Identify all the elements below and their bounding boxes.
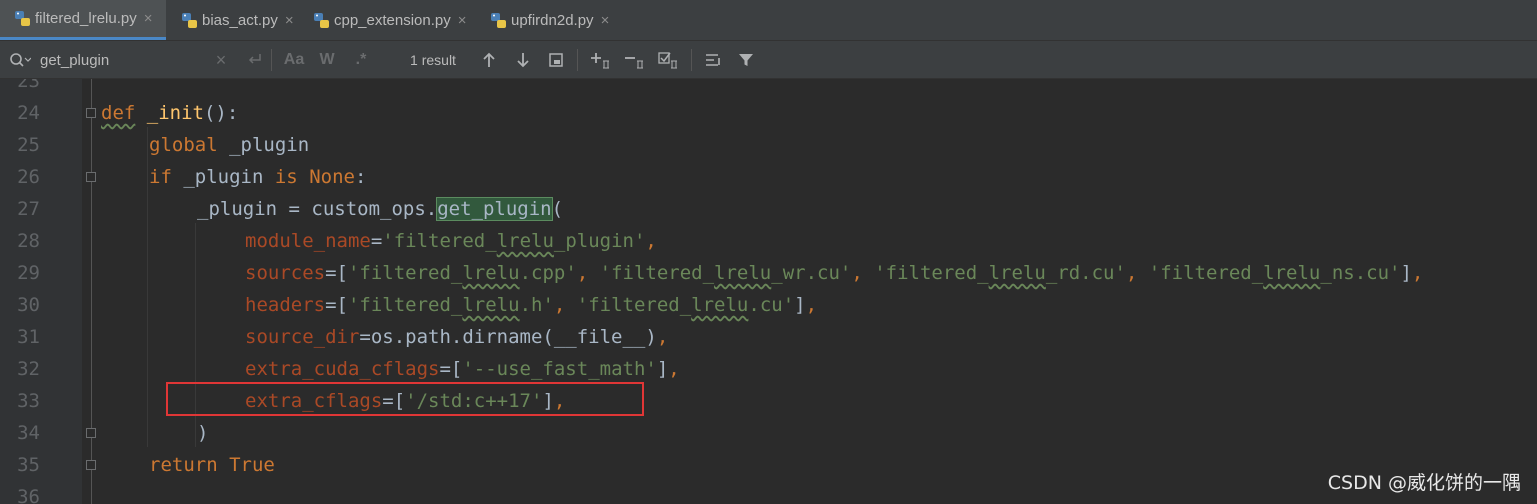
fold-marker-icon[interactable] [86, 428, 96, 438]
line-number: 26 [17, 166, 40, 188]
line-number: 32 [17, 358, 40, 380]
line-number: 27 [17, 198, 40, 220]
code-line-25: global _plugin [149, 134, 310, 156]
tab-cpp-extension[interactable]: cpp_extension.py × [299, 0, 475, 40]
annotation-highlight-box [166, 382, 644, 416]
line-number: 28 [17, 230, 40, 252]
fold-marker-icon[interactable] [86, 460, 96, 470]
line-number: 23 [17, 79, 40, 92]
line-number: 36 [17, 486, 40, 504]
python-file-icon [14, 10, 31, 27]
tab-label: cpp_extension.py [334, 11, 451, 29]
tab-label: bias_act.py [202, 11, 278, 29]
indent-guide [147, 127, 148, 447]
search-icon[interactable] [6, 41, 34, 79]
regex-toggle[interactable]: .* [350, 41, 372, 79]
add-occurrence-icon[interactable] [589, 41, 615, 79]
tab-upfirdn2d[interactable]: upfirdn2d.py × [476, 0, 622, 40]
words-toggle[interactable]: W [316, 41, 338, 79]
line-number: 35 [17, 454, 40, 476]
line-number-gutter: 23 24 25 26 27 28 29 30 31 32 33 34 35 3… [0, 79, 82, 504]
divider [271, 49, 272, 71]
python-file-icon [490, 12, 507, 29]
line-number: 33 [17, 390, 40, 412]
match-case-toggle[interactable]: Aa [282, 41, 306, 79]
close-icon[interactable]: × [601, 12, 610, 29]
line-number: 25 [17, 134, 40, 156]
code-line-35: return True [149, 454, 275, 476]
tab-bias-act[interactable]: bias_act.py × [167, 0, 298, 40]
gutter-divider [91, 79, 92, 504]
python-file-icon [181, 12, 198, 29]
close-icon[interactable]: × [144, 10, 153, 27]
code-line-30: headers=['filtered_lrelu.h', 'filtered_l… [245, 294, 818, 316]
filter-icon[interactable] [735, 41, 757, 79]
watermark: CSDN @威化饼的一隅 [1327, 472, 1521, 494]
divider [577, 49, 578, 71]
python-file-icon [313, 12, 330, 29]
line-number: 30 [17, 294, 40, 316]
divider [691, 49, 692, 71]
select-all-occurrences-icon[interactable] [657, 41, 683, 79]
editor-tab-bar: filtered_lrelu.py × bias_act.py × cpp_ex… [0, 0, 1537, 41]
line-number: 29 [17, 262, 40, 284]
tab-label: filtered_lrelu.py [35, 10, 137, 27]
code-editor[interactable]: 23 24 25 26 27 28 29 30 31 32 33 34 35 3… [0, 79, 1537, 504]
line-number: 34 [17, 422, 40, 444]
line-number: 24 [17, 102, 40, 124]
close-icon[interactable]: × [458, 12, 467, 29]
line-number: 31 [17, 326, 40, 348]
find-toolbar: get_plugin × Aa W .* 1 result [0, 41, 1537, 79]
search-input[interactable]: get_plugin [40, 41, 210, 79]
code-line-34: ) [197, 422, 209, 444]
remove-occurrence-icon[interactable] [623, 41, 649, 79]
code-line-32: extra_cuda_cflags=['--use_fast_math'], [245, 358, 680, 380]
code-line-27: _plugin = custom_ops.get_plugin( [197, 197, 564, 221]
fold-marker-icon[interactable] [86, 108, 96, 118]
code-line-31: source_dir=os.path.dirname(__file__), [245, 326, 669, 348]
code-line-29: sources=['filtered_lrelu.cpp', 'filtered… [245, 262, 1424, 284]
tab-filtered-lrelu[interactable]: filtered_lrelu.py × [0, 0, 166, 40]
newline-icon[interactable] [243, 41, 265, 79]
result-count: 1 result [410, 52, 456, 68]
code-line-24: def _init(): [101, 102, 239, 124]
search-match-highlight: get_plugin [436, 197, 553, 221]
close-icon[interactable]: × [285, 12, 294, 29]
tab-label: upfirdn2d.py [511, 11, 594, 29]
arrow-up-icon[interactable] [478, 41, 500, 79]
filter-options-icon[interactable] [702, 41, 724, 79]
arrow-down-icon[interactable] [512, 41, 534, 79]
open-in-window-icon[interactable] [545, 41, 567, 79]
code-line-26: if _plugin is None: [149, 166, 367, 188]
fold-marker-icon[interactable] [86, 172, 96, 182]
clear-search-icon[interactable]: × [211, 41, 231, 79]
code-line-28: module_name='filtered_lrelu_plugin', [245, 230, 657, 252]
